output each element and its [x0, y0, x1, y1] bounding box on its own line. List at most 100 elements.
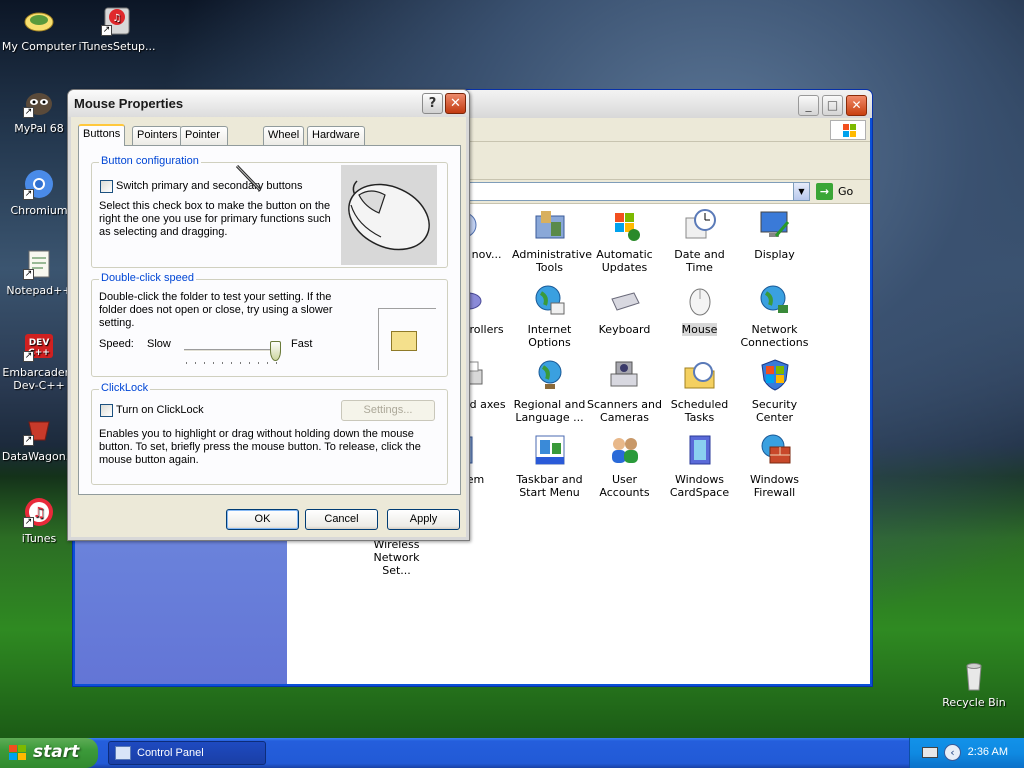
- double-click-speed-slider[interactable]: [184, 349, 280, 352]
- mouse-cursor-icon: [234, 163, 264, 193]
- go-arrow-icon: →: [816, 183, 833, 200]
- chromium-icon: ↗: [23, 168, 55, 200]
- desktop-icon-recycle-bin[interactable]: Recycle Bin: [934, 660, 1014, 709]
- desktop-icon-label: Chromium: [10, 204, 68, 217]
- scheduled-tasks-icon: [683, 358, 717, 392]
- dialog-titlebar[interactable]: Mouse Properties ? ✕: [68, 90, 469, 117]
- shortcut-arrow-icon: ↗: [23, 189, 34, 200]
- date-time-icon: [683, 208, 717, 242]
- cp-item-administrative-tools[interactable]: Administrative Tools: [512, 208, 592, 274]
- button-configuration-group: Button configuration Switch primary and …: [91, 155, 448, 268]
- double-click-speed-group: Double-click speed Double-click the fold…: [91, 272, 448, 377]
- administrative-tools-icon: [533, 208, 567, 242]
- my-computer-icon: [23, 4, 55, 36]
- cp-item-regional-language[interactable]: Regional and Language ...: [512, 358, 587, 424]
- desktop-icon-label: MyPal 68: [14, 122, 64, 135]
- go-button[interactable]: → Go: [816, 182, 862, 201]
- desktop-icon-label: iTunes: [21, 532, 57, 545]
- svg-text:DEV: DEV: [29, 338, 50, 348]
- cp-item-windows-cardspace[interactable]: Windows CardSpace: [662, 433, 737, 499]
- switch-buttons-label[interactable]: Switch primary and secondary buttons: [116, 180, 302, 193]
- taskbar-button-label: Control Panel: [137, 747, 204, 759]
- cp-item-scheduled-tasks[interactable]: Scheduled Tasks: [662, 358, 737, 424]
- desktop-icon-label: iTunesSetup...: [78, 40, 156, 53]
- system-tray: ‹ 2:36 AM: [909, 738, 1024, 768]
- close-button[interactable]: ✕: [445, 93, 466, 114]
- cp-item-windows-firewall[interactable]: Windows Firewall: [737, 433, 812, 499]
- shortcut-arrow-icon: ↗: [101, 25, 112, 36]
- cp-item-date-time[interactable]: Date and Time: [662, 208, 737, 274]
- cp-item-automatic-updates[interactable]: Automatic Updates: [587, 208, 662, 274]
- keyboard-tray-icon[interactable]: [922, 747, 938, 758]
- clicklock-checkbox[interactable]: [100, 404, 113, 417]
- shortcut-arrow-icon: ↗: [23, 351, 34, 362]
- go-label: Go: [838, 185, 854, 198]
- settings-button[interactable]: Settings...: [341, 400, 435, 421]
- tab-pointers[interactable]: Pointers: [132, 126, 183, 145]
- shortcut-arrow-icon: ↗: [23, 107, 34, 118]
- desktop-icon-itunessetup[interactable]: ♫ ↗ iTunesSetup...: [77, 4, 157, 53]
- chevron-down-icon[interactable]: ▼: [793, 183, 809, 200]
- cp-item-keyboard[interactable]: Keyboard: [587, 283, 662, 336]
- folder-icon[interactable]: [391, 331, 417, 351]
- maximize-button[interactable]: □: [822, 95, 843, 116]
- cp-item-network-connections[interactable]: Network Connections: [737, 283, 812, 349]
- clicklock-description: Enables you to highlight or drag without…: [99, 428, 421, 466]
- automatic-updates-icon: [608, 208, 642, 242]
- mouse-icon: [683, 283, 717, 317]
- cp-item-scanners-cameras[interactable]: Scanners and Cameras: [587, 358, 662, 424]
- mypal-icon: ↗: [23, 86, 55, 118]
- cp-item-taskbar-start-menu[interactable]: Taskbar and Start Menu: [512, 433, 587, 499]
- taskbar-icon: [533, 433, 567, 467]
- tab-wheel[interactable]: Wheel: [263, 126, 305, 145]
- itunes-icon: ♫ ↗: [23, 496, 55, 528]
- cp-item-security-center[interactable]: Security Center: [737, 358, 812, 424]
- tab-buttons[interactable]: Buttons: [78, 124, 126, 146]
- desktop-icon-label: Embarcadero Dev-C++: [2, 366, 76, 392]
- test-area[interactable]: [378, 308, 436, 370]
- start-button[interactable]: start: [0, 738, 98, 768]
- installer-icon: ♫ ↗: [101, 4, 133, 36]
- minimize-button[interactable]: _: [798, 95, 819, 116]
- cp-item-user-accounts[interactable]: User Accounts: [587, 433, 662, 499]
- recycle-bin-icon: [958, 660, 990, 692]
- network-connections-icon: [758, 283, 792, 317]
- tab-panel-buttons: Button configuration Switch primary and …: [78, 145, 461, 495]
- mouse-properties-dialog[interactable]: Mouse Properties ? ✕ Buttons Pointers Po…: [67, 89, 470, 541]
- clicklock-label[interactable]: Turn on ClickLock: [116, 404, 204, 417]
- ok-button[interactable]: OK: [226, 509, 299, 530]
- dialog-title: Mouse Properties: [74, 96, 184, 111]
- cp-item-display[interactable]: Display: [737, 208, 812, 261]
- tab-pointer-options[interactable]: Pointer Options: [180, 126, 228, 158]
- keyboard-icon: [608, 283, 642, 317]
- datawagon-icon: ↗: [23, 414, 55, 446]
- group-legend: Button configuration: [99, 155, 201, 167]
- slider-ticks: [186, 362, 282, 364]
- cancel-button[interactable]: Cancel: [305, 509, 378, 530]
- switch-buttons-checkbox[interactable]: [100, 180, 113, 193]
- double-click-description: Double-click the folder to test your set…: [99, 291, 333, 329]
- regional-language-icon: [533, 358, 567, 392]
- tab-hardware[interactable]: Hardware: [307, 126, 365, 145]
- display-icon: [758, 208, 792, 242]
- shield-icon: [758, 358, 792, 392]
- clock: 2:36 AM: [967, 746, 1008, 758]
- desktop-icon-my-computer[interactable]: My Computer: [0, 4, 79, 53]
- cp-item-mouse[interactable]: Mouse: [662, 283, 737, 336]
- windows-logo-icon: [9, 745, 27, 762]
- start-label: start: [33, 742, 80, 762]
- shortcut-arrow-icon: ↗: [23, 435, 34, 446]
- chevron-tray-icon[interactable]: ‹: [944, 744, 961, 761]
- taskbar-button-control-panel[interactable]: Control Panel: [108, 741, 266, 765]
- desktop-icon-label: DataWagon...: [1, 450, 77, 463]
- close-button[interactable]: ✕: [846, 95, 867, 116]
- slider-thumb[interactable]: [269, 341, 281, 361]
- apply-button[interactable]: Apply: [387, 509, 460, 530]
- group-legend: ClickLock: [99, 382, 151, 394]
- taskbar: start Control Panel ‹ 2:36 AM: [0, 738, 1024, 768]
- slow-label: Slow: [147, 338, 171, 350]
- help-button[interactable]: ?: [422, 93, 443, 114]
- cp-item-internet-options[interactable]: Internet Options: [512, 283, 587, 349]
- svg-text:♫: ♫: [33, 505, 46, 521]
- windows-logo-icon: [830, 120, 866, 140]
